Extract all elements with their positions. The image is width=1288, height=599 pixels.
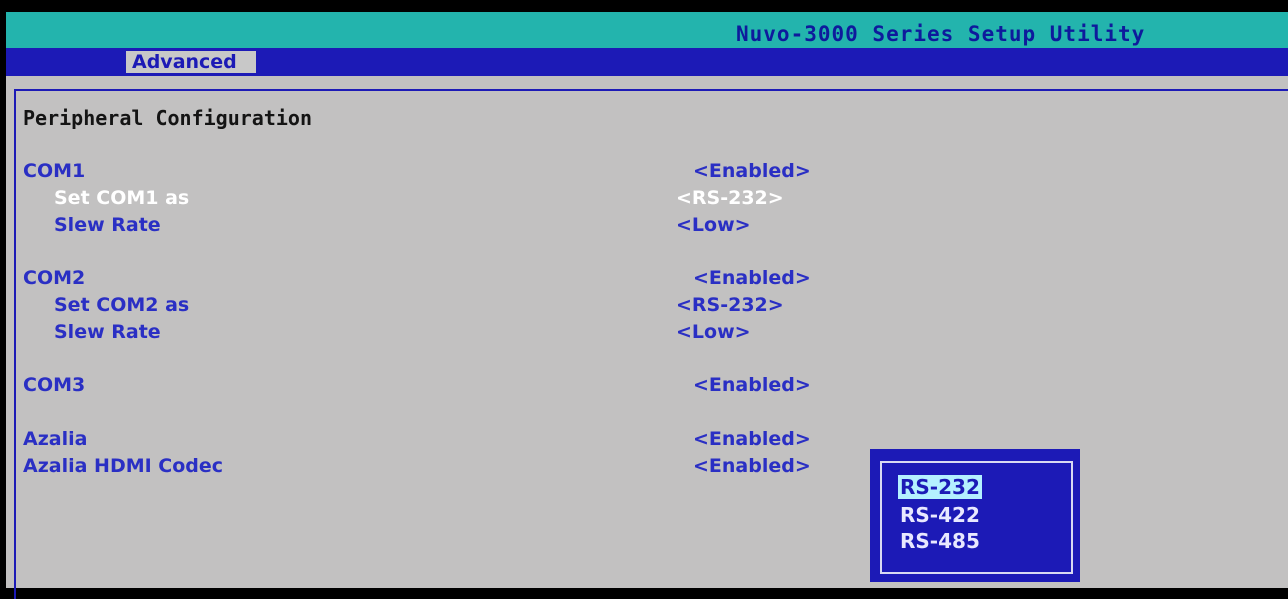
setting-row-com3[interactable]: COM3 <Enabled> (23, 374, 811, 396)
setting-label: COM1 (23, 160, 86, 182)
setting-value[interactable]: <Low> (676, 214, 751, 236)
setting-label: Slew Rate (54, 214, 161, 236)
setting-row-com2-slew-rate[interactable]: Slew Rate <Low> (54, 321, 751, 343)
setting-value[interactable]: <Enabled> (693, 374, 811, 396)
panel-frame (14, 89, 1288, 599)
settings-panel: Peripheral Configuration COM1 <Enabled> … (6, 76, 1288, 599)
setting-value[interactable]: <Enabled> (693, 455, 811, 477)
setting-label: Azalia (23, 428, 88, 450)
setting-row-azalia-hdmi-codec[interactable]: Azalia HDMI Codec <Enabled> (23, 455, 811, 477)
setting-label: Azalia HDMI Codec (23, 455, 224, 477)
setting-value[interactable]: <RS-232> (676, 187, 784, 209)
tab-advanced[interactable]: Advanced (126, 51, 256, 73)
option-rs-422[interactable]: RS-422 (900, 503, 980, 527)
setting-value[interactable]: <Enabled> (693, 267, 811, 289)
setting-row-azalia[interactable]: Azalia <Enabled> (23, 428, 811, 450)
title-bar: Nuvo-3000 Series Setup Utility (6, 12, 1288, 48)
setting-row-set-com1[interactable]: Set COM1 as <RS-232> (54, 187, 784, 209)
setting-label: Slew Rate (54, 321, 161, 343)
setting-value[interactable]: <Low> (676, 321, 751, 343)
setting-label: Set COM1 as (54, 187, 190, 209)
tab-bar: Advanced (6, 48, 1288, 76)
setting-label: COM3 (23, 374, 86, 396)
option-popup: RS-232 RS-422 RS-485 (870, 449, 1080, 582)
setting-row-com2[interactable]: COM2 <Enabled> (23, 267, 811, 289)
section-title: Peripheral Configuration (23, 106, 312, 130)
setting-row-com1-slew-rate[interactable]: Slew Rate <Low> (54, 214, 751, 236)
setting-value[interactable]: <Enabled> (693, 160, 811, 182)
option-rs-485[interactable]: RS-485 (900, 529, 980, 553)
option-rs-232[interactable]: RS-232 (898, 475, 982, 499)
setting-label: COM2 (23, 267, 86, 289)
app-title: Nuvo-3000 Series Setup Utility (736, 22, 1146, 46)
setting-label: Set COM2 as (54, 294, 190, 316)
setting-row-com1[interactable]: COM1 <Enabled> (23, 160, 811, 182)
setting-row-set-com2[interactable]: Set COM2 as <RS-232> (54, 294, 784, 316)
setting-value[interactable]: <RS-232> (676, 294, 784, 316)
setting-value[interactable]: <Enabled> (693, 428, 811, 450)
